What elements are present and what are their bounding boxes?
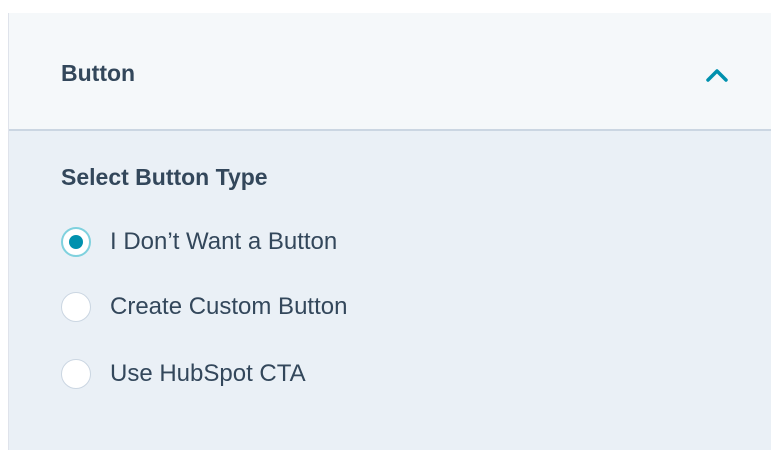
select-button-type-heading: Select Button Type <box>61 164 268 190</box>
radio-option-hubspot-cta[interactable]: Use HubSpot CTA <box>61 356 306 392</box>
radio-selected-icon[interactable] <box>61 227 91 257</box>
radio-unselected-icon[interactable] <box>61 292 91 322</box>
radio-option-no-button[interactable]: I Don’t Want a Button <box>61 224 337 260</box>
chevron-up-icon[interactable] <box>703 61 731 89</box>
radio-label: I Don’t Want a Button <box>110 228 338 255</box>
radio-unselected-icon[interactable] <box>61 359 91 389</box>
radio-label: Use HubSpot CTA <box>110 360 306 387</box>
button-section-header[interactable]: Button <box>9 13 771 131</box>
section-title: Button <box>61 60 136 86</box>
radio-label: Create Custom Button <box>110 293 348 320</box>
button-settings-panel: Button Select Button Type I Don’t Want a… <box>8 13 771 450</box>
radio-option-custom-button[interactable]: Create Custom Button <box>61 289 347 325</box>
